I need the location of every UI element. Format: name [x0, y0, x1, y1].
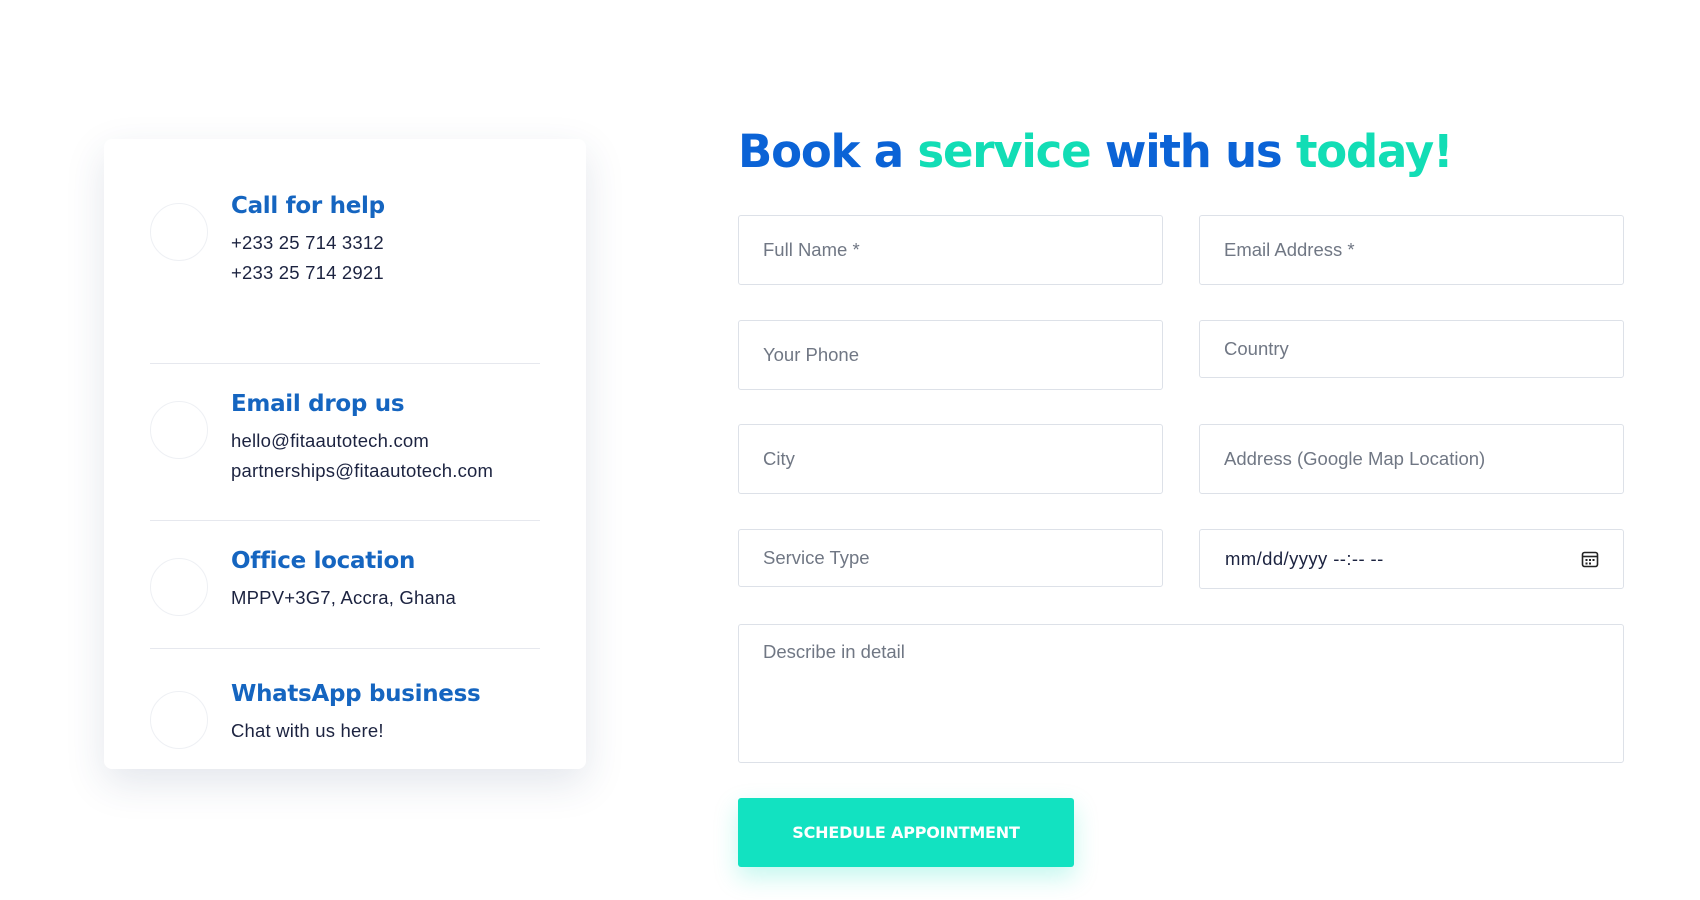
phone-number[interactable]: +233 25 714 2921 [231, 258, 385, 288]
datetime-value: mm/dd/yyyy --:-- -- [1225, 548, 1384, 569]
whatsapp-link[interactable]: Chat with us here! [231, 716, 480, 746]
heading-part: with us [1090, 125, 1296, 178]
heading-highlight: service [917, 125, 1091, 178]
heading-highlight: today! [1296, 125, 1453, 178]
contact-item-phone: Call for help +233 25 714 3312 +233 25 7… [150, 181, 540, 364]
service-type-field[interactable] [738, 529, 1163, 587]
phone-icon [150, 203, 208, 261]
schedule-appointment-button[interactable]: SCHEDULE APPOINTMENT [738, 798, 1074, 867]
contact-title: Email drop us [231, 391, 405, 417]
contact-item-location: Office location MPPV+3G7, Accra, Ghana [150, 521, 540, 649]
email-address[interactable]: partnerships@fitaautotech.com [231, 456, 493, 486]
phone-field[interactable] [738, 320, 1163, 390]
whatsapp-icon [150, 691, 208, 749]
phone-number[interactable]: +233 25 714 3312 [231, 228, 385, 258]
email-field[interactable] [1199, 215, 1624, 285]
contact-title: Call for help [231, 193, 385, 219]
full-name-field[interactable] [738, 215, 1163, 285]
contact-item-whatsapp: WhatsApp business Chat with us here! [150, 649, 540, 749]
mail-icon [150, 401, 208, 459]
contact-item-email: Email drop us hello@fitaautotech.com par… [150, 364, 540, 521]
heading-part: Book a [738, 125, 918, 178]
country-field[interactable] [1199, 320, 1624, 378]
contact-card: Call for help +233 25 714 3312 +233 25 7… [104, 139, 586, 769]
contact-title: Office location [231, 548, 416, 574]
office-address: MPPV+3G7, Accra, Ghana [231, 587, 456, 608]
address-field[interactable] [1199, 424, 1624, 494]
page-title: Book a service with us today! [738, 125, 1453, 178]
datetime-field[interactable]: mm/dd/yyyy --:-- -- [1199, 529, 1624, 589]
city-field[interactable] [738, 424, 1163, 494]
details-field[interactable] [738, 624, 1624, 763]
email-address[interactable]: hello@fitaautotech.com [231, 426, 493, 456]
location-icon [150, 558, 208, 616]
calendar-icon[interactable] [1581, 550, 1599, 568]
contact-title: WhatsApp business [231, 681, 481, 707]
